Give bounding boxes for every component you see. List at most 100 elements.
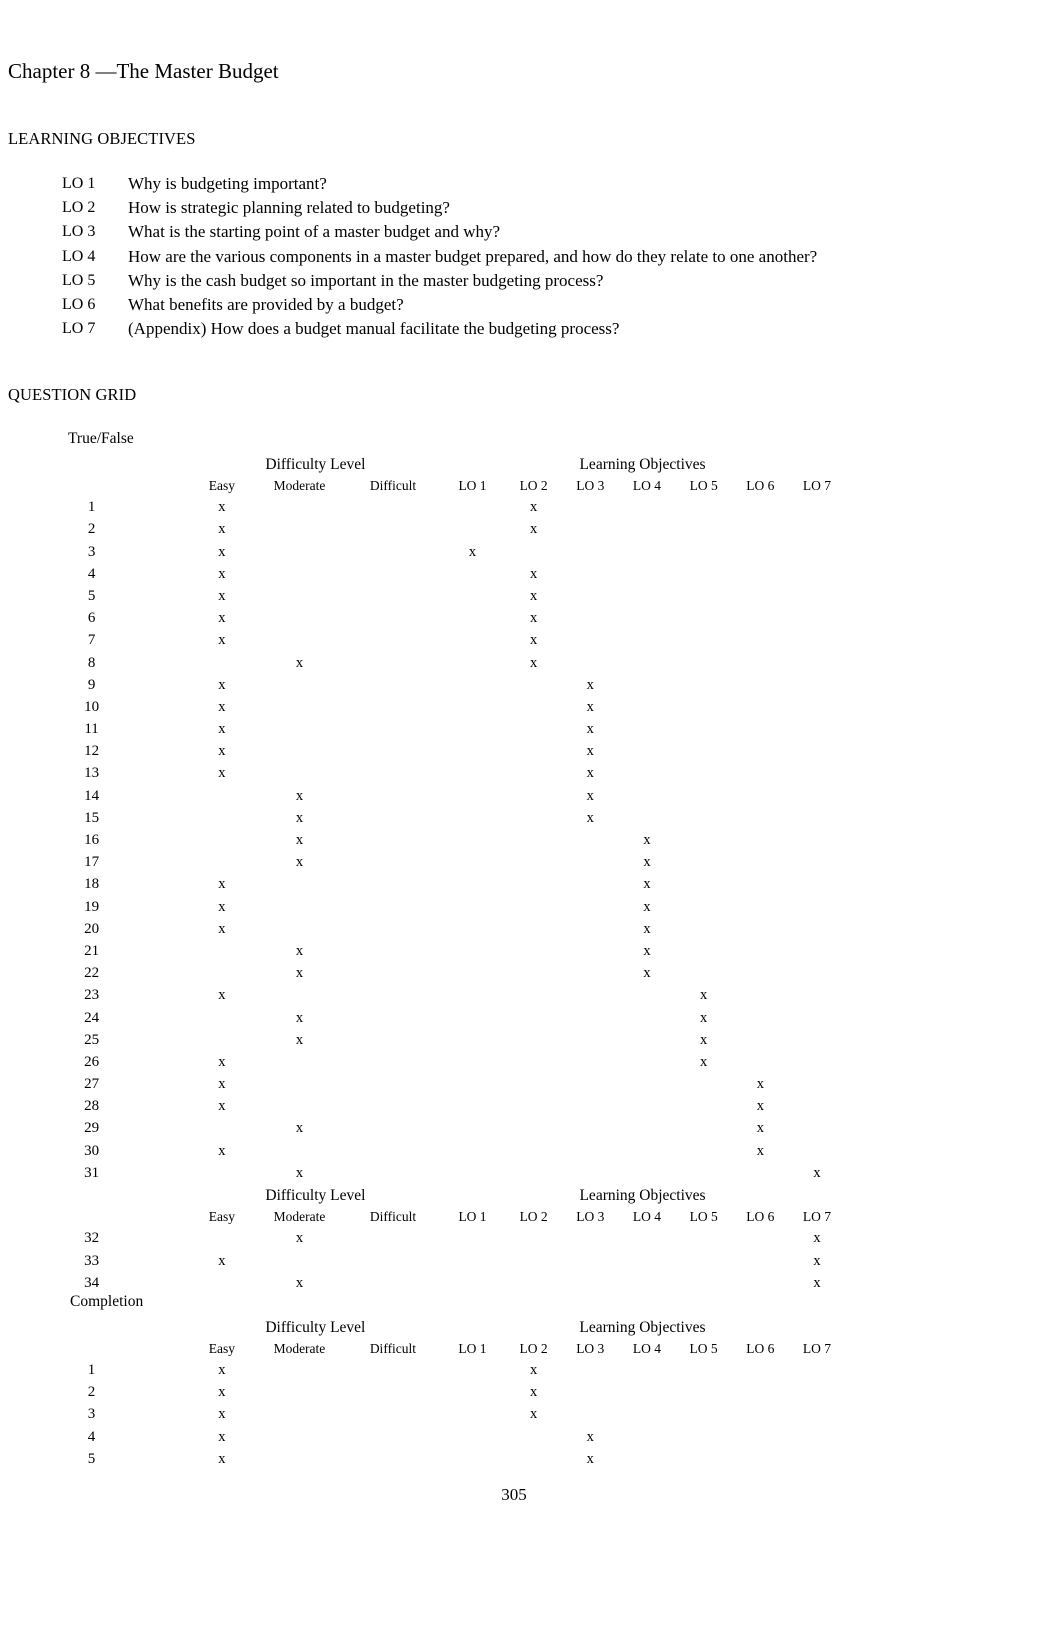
learning-objective-item: LO 1 Why is budgeting important? (62, 172, 962, 196)
grid-row-number: 7 (87, 632, 96, 649)
grid-empty-cell (505, 1226, 562, 1248)
grid-mark: x (756, 1142, 764, 1159)
grid-empty-cell (440, 673, 506, 695)
grid-empty-cell (562, 1380, 619, 1402)
grid-mark: x (218, 1361, 226, 1378)
grid-empty-cell (505, 1447, 562, 1469)
grid-empty-cell (253, 1138, 347, 1160)
grid-empty-cell (253, 717, 347, 739)
grid-empty-cell (346, 1005, 439, 1027)
grid-row-number: 14 (84, 787, 100, 804)
grid-empty-cell (675, 917, 732, 939)
grid-empty-cell (346, 1028, 439, 1050)
grid-empty-cell (732, 1248, 789, 1270)
grid-mark: x (218, 721, 226, 738)
grid-column-header-lo-5: LO 5 (689, 1209, 718, 1225)
learning-objectives-heading: LEARNING OBJECTIVES (8, 129, 196, 148)
grid-empty-cell (675, 539, 732, 561)
grid-empty-cell (505, 1161, 562, 1183)
grid-group-header-row: Difficulty Level Learning Objectives (0, 1183, 1062, 1206)
grid-empty-cell (440, 650, 506, 672)
grid-empty-cell (789, 872, 846, 894)
grid-empty-cell (346, 850, 439, 872)
table-row: 27 x x (0, 1072, 1062, 1094)
grid-row-number: 23 (84, 987, 100, 1004)
grid-empty-cell (253, 1072, 347, 1094)
grid-empty-cell (675, 806, 732, 828)
grid-mark: x (218, 743, 226, 760)
grid-empty-cell (440, 761, 506, 783)
grid-empty-cell (789, 961, 846, 983)
grid-mark: x (530, 632, 538, 649)
grid-spacer-cell (845, 695, 1062, 717)
grid-empty-cell (732, 761, 789, 783)
grid-empty-cell (440, 983, 506, 1005)
grid-empty-cell (789, 1072, 846, 1094)
grid-mark: x (643, 965, 651, 982)
learning-objective-item: LO 6 What benefits are provided by a budg… (62, 293, 962, 317)
grid-empty-cell (789, 783, 846, 805)
grid-empty-cell (253, 673, 347, 695)
page-number: 305 (501, 1485, 527, 1504)
grid-empty-cell (789, 1447, 846, 1469)
grid-empty-cell (619, 1050, 676, 1072)
grid-row-number: 17 (84, 854, 100, 871)
grid-empty-cell (789, 650, 846, 672)
table-row: 6 x x (0, 606, 1062, 628)
grid-empty-cell (346, 1094, 439, 1116)
grid-empty-cell (253, 983, 347, 1005)
grid-empty-cell (346, 717, 439, 739)
grid-empty-cell (675, 1380, 732, 1402)
learning-objective-text: What benefits are provided by a budget? (128, 295, 404, 315)
grid-spacer-cell (845, 1028, 1062, 1050)
grid-empty-cell (675, 517, 732, 539)
grid-mark: x (218, 521, 226, 538)
grid-column-header-lo-2: LO 2 (519, 1340, 548, 1356)
grid-empty-cell (675, 717, 732, 739)
grid-mark: x (700, 1009, 708, 1026)
grid-spacer-cell (845, 628, 1062, 650)
grid-empty-cell (562, 650, 619, 672)
table-row: 2 x x (0, 517, 1062, 539)
grid-row-number: 30 (84, 1142, 100, 1159)
grid-empty-cell (253, 917, 347, 939)
grid-empty-cell (619, 717, 676, 739)
table-row: 1 x x (0, 1358, 1062, 1380)
grid-row-number: 8 (87, 654, 96, 671)
page-title: Chapter 8 —The Master Budget (8, 59, 279, 83)
grid-spacer-cell (845, 1072, 1062, 1094)
grid-empty-cell (675, 673, 732, 695)
grid-column-header-lo-2: LO 2 (519, 1209, 548, 1225)
table-row: 26 x x (0, 1050, 1062, 1072)
table-row: 18 x x (0, 872, 1062, 894)
grid-empty-cell (619, 517, 676, 539)
grid-empty-cell (732, 1226, 789, 1248)
grid-empty-cell (562, 872, 619, 894)
grid-row-number: 5 (87, 1450, 96, 1467)
grid-mark: x (586, 1428, 594, 1445)
grid-empty-cell (789, 717, 846, 739)
grid-column-header-easy: Easy (208, 478, 236, 493)
grid-empty-cell (562, 917, 619, 939)
grid-empty-cell (346, 1248, 439, 1270)
learning-objective-tag: LO 2 (62, 199, 96, 217)
grid-mark: x (295, 809, 304, 826)
grid-empty-cell (619, 695, 676, 717)
grid-empty-cell (440, 1072, 506, 1094)
grid-row-number: 1 (87, 1361, 96, 1378)
grid-empty-cell (562, 1072, 619, 1094)
table-row: 15 x x (0, 806, 1062, 828)
grid-empty-cell (675, 894, 732, 916)
grid-row-number: 27 (84, 1076, 100, 1093)
grid-mark: x (700, 987, 708, 1004)
grid-empty-cell (253, 1424, 347, 1446)
grid-mark: x (586, 676, 594, 693)
grid-empty-cell (789, 606, 846, 628)
grid-empty-cell (346, 517, 439, 539)
grid-column-header-difficult: Difficult (369, 1209, 417, 1225)
grid-spacer-cell (845, 961, 1062, 983)
grid-empty-cell (191, 1028, 253, 1050)
grid-empty-cell (732, 695, 789, 717)
table-row: 3 x x (0, 1402, 1062, 1424)
grid-empty-cell (440, 1028, 506, 1050)
